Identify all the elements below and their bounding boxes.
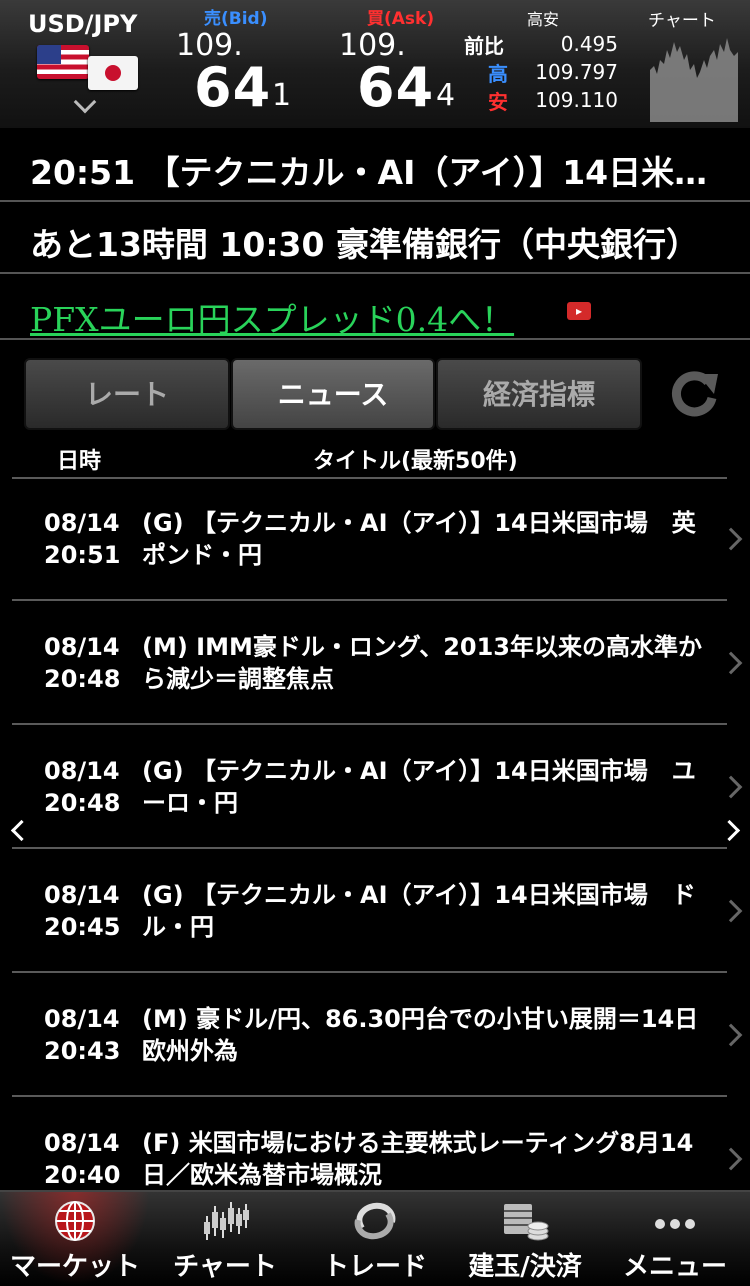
chevron-down-icon[interactable]	[73, 90, 97, 114]
nav-trade[interactable]: トレード	[300, 1192, 450, 1286]
mini-price-chart[interactable]	[650, 30, 738, 122]
news-title[interactable]: (F) 米国市場における主要株式レーティング8月14日／欧米為替市場概況	[142, 1127, 707, 1190]
nav-menu[interactable]: メニュー	[600, 1192, 750, 1286]
news-title[interactable]: (M) IMM豪ドル・ロング、2013年以来の高水準から減少＝調整焦点	[142, 631, 707, 695]
candlestick-icon	[204, 1202, 249, 1240]
change-value: 0.495	[560, 32, 618, 56]
high-label: 高	[488, 62, 508, 86]
nav-market[interactable]: マーケット	[0, 1192, 150, 1286]
change-label: 前比	[464, 34, 504, 58]
chevron-right-icon[interactable]	[719, 1147, 743, 1171]
promo-link[interactable]: PFXユーロ円スプレッド0.4へ！	[30, 293, 514, 341]
event-ticker-row[interactable]: あと13時間 10:30 豪準備銀行（中央銀行）	[0, 202, 750, 274]
news-title[interactable]: (G) 【テクニカル・AI（アイ）】14日米国市場 ドル・円	[142, 879, 707, 943]
news-list-item[interactable]: 08/14 20:48 (G) 【テクニカル・AI（アイ）】14日米国市場 ユー…	[0, 725, 750, 849]
low-label: 安	[488, 90, 508, 114]
news-list-item[interactable]: 08/14 20:48 (M) IMM豪ドル・ロング、2013年以来の高水準から…	[0, 601, 750, 725]
nav-positions[interactable]: 建玉/決済	[450, 1192, 600, 1286]
japan-flag-icon[interactable]	[88, 56, 138, 90]
chart-label[interactable]: チャート	[648, 6, 716, 31]
news-title[interactable]: (G) 【テクニカル・AI（アイ）】14日米国市場 英ポンド・円	[142, 507, 707, 571]
rate-header: USD/JPY 売(Bid) 109. 64 1 買(Ask) 109. 64 …	[0, 0, 750, 130]
news-time: 20:45	[44, 913, 121, 941]
bid-label: 売(Bid)	[204, 9, 268, 29]
news-title[interactable]: (G) 【テクニカル・AI（アイ）】14日米国市場 ユーロ・円	[142, 755, 707, 819]
bid-price-main[interactable]: 64	[194, 56, 271, 119]
nav-chart[interactable]: チャート	[150, 1192, 300, 1286]
nav-label: マーケット	[9, 1252, 140, 1282]
news-ticker-row[interactable]: 20:51 【テクニカル・AI（アイ）】14日米国市場 英ポンド・円	[0, 130, 750, 202]
news-time: 20:48	[44, 789, 121, 817]
news-title[interactable]: (M) 豪ドル/円、86.30円台での小甘い展開＝14日欧州外為	[142, 1003, 707, 1067]
bid-price-fraction: 1	[272, 78, 292, 113]
news-date: 08/14	[44, 1129, 120, 1157]
coins-stack-icon	[504, 1204, 549, 1241]
high-low-title: 高安	[527, 10, 560, 29]
chevron-right-icon[interactable]	[719, 899, 743, 923]
news-list-item[interactable]: 08/14 20:45 (G) 【テクニカル・AI（アイ）】14日米国市場 ドル…	[0, 849, 750, 973]
news-ticker-text[interactable]: 20:51 【テクニカル・AI（アイ）】14日米国市場 英ポンド・円	[30, 146, 710, 194]
news-date: 08/14	[44, 509, 120, 537]
divider	[0, 338, 750, 340]
news-time: 20:48	[44, 665, 121, 693]
news-date: 08/14	[44, 757, 120, 785]
news-list-item[interactable]: 08/14 20:43 (M) 豪ドル/円、86.30円台での小甘い展開＝14日…	[0, 973, 750, 1097]
trade-swirl-icon	[354, 1202, 396, 1240]
news-date: 08/14	[44, 633, 120, 661]
nav-label: メニュー	[622, 1252, 727, 1282]
tab-rate[interactable]: レート	[24, 358, 230, 430]
promo-arrow-icon[interactable]: ▸	[567, 302, 591, 320]
news-date: 08/14	[44, 881, 120, 909]
column-header-title: タイトル(最新50件)	[313, 449, 518, 474]
bottom-nav: マーケット チャート トレード 建玉/決済 メニュー	[0, 1190, 750, 1286]
tab-news[interactable]: ニュース	[231, 358, 435, 430]
nav-label: トレード	[322, 1252, 427, 1282]
ask-price-main[interactable]: 64	[357, 56, 434, 119]
high-value: 109.797	[535, 60, 618, 84]
news-time: 20:43	[44, 1037, 121, 1065]
news-list-item[interactable]: 08/14 20:51 (G) 【テクニカル・AI（アイ）】14日米国市場 英ポ…	[0, 479, 750, 603]
chevron-right-icon[interactable]	[719, 775, 743, 799]
column-header-datetime: 日時	[57, 449, 102, 474]
ask-price-fraction: 4	[436, 78, 456, 113]
more-dots-icon	[655, 1219, 695, 1229]
currency-pair-label[interactable]: USD/JPY	[28, 10, 137, 38]
tab-economic-indicators[interactable]: 経済指標	[436, 358, 642, 430]
news-time: 20:40	[44, 1161, 121, 1189]
nav-label: 建玉/決済	[468, 1252, 582, 1282]
low-value: 109.110	[535, 88, 618, 112]
nav-label: チャート	[173, 1252, 277, 1282]
us-flag-icon[interactable]	[37, 45, 89, 79]
ask-label: 買(Ask)	[367, 9, 435, 29]
chevron-right-icon[interactable]	[719, 527, 743, 551]
globe-icon	[55, 1201, 95, 1241]
event-ticker-text[interactable]: あと13時間 10:30 豪準備銀行（中央銀行）	[30, 218, 710, 266]
chevron-right-icon[interactable]	[719, 651, 743, 675]
news-date: 08/14	[44, 1005, 120, 1033]
chevron-right-icon[interactable]	[719, 1023, 743, 1047]
refresh-icon[interactable]	[668, 368, 720, 420]
news-time: 20:51	[44, 541, 121, 569]
news-list-item[interactable]: 08/14 20:40 (F) 米国市場における主要株式レーティング8月14日／…	[0, 1097, 750, 1190]
